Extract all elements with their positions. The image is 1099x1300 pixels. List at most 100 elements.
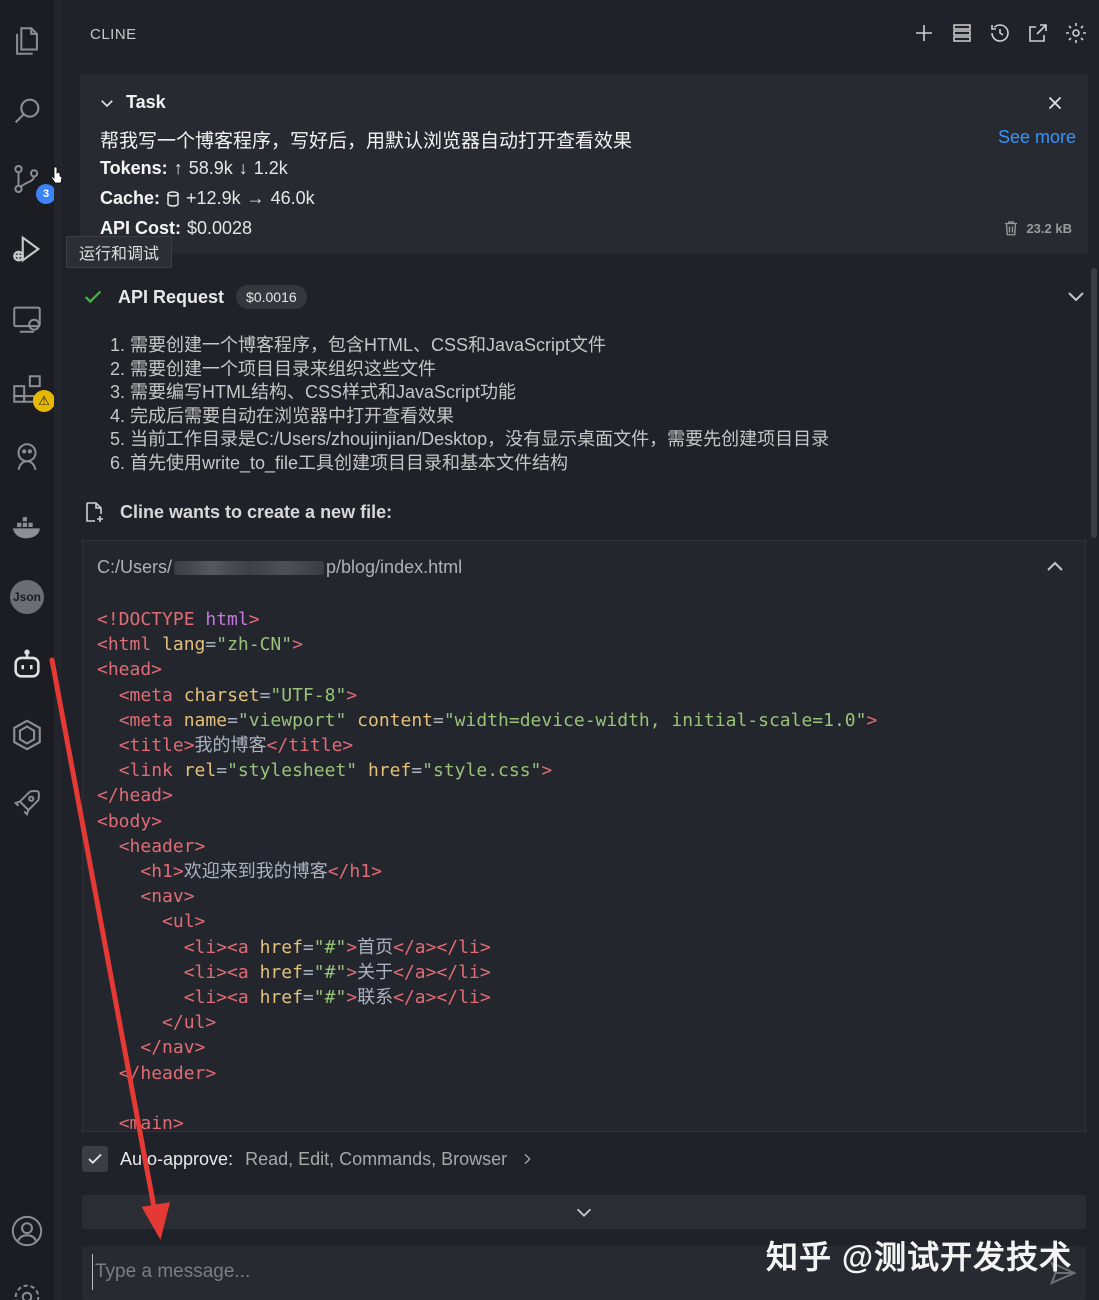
scm-badge: 3	[36, 184, 56, 204]
close-icon[interactable]	[1044, 92, 1066, 114]
reasoning-steps: 1. 需要创建一个博客程序，包含HTML、CSS和JavaScript文件 2.…	[110, 334, 829, 475]
hexagon-extension-icon[interactable]	[6, 714, 48, 756]
remote-explorer-icon[interactable]	[6, 298, 48, 340]
code-token: <head>	[97, 659, 163, 681]
code-line: <h1>欢迎来到我的博客</h1>	[97, 859, 877, 884]
auto-approve-checkbox[interactable]	[82, 1146, 108, 1172]
database-icon	[167, 190, 179, 207]
code-token: =	[433, 709, 444, 731]
code-token: </h1>	[327, 861, 382, 883]
code-token: =	[302, 961, 314, 983]
code-preview: C:/Users/p/blog/index.html <!DOCTYPE htm…	[82, 540, 1086, 1132]
api-request-cost: $0.0016	[236, 285, 307, 309]
code-token: <h1>	[140, 861, 184, 883]
tokens-down-value: 1.2k	[253, 158, 288, 178]
settings-button[interactable]	[1063, 20, 1089, 46]
code-line: <html lang="zh-CN">	[97, 632, 877, 657]
plus-icon	[916, 25, 932, 41]
chevron-down-icon	[576, 1208, 592, 1217]
scrollbar-thumb[interactable]	[1091, 268, 1097, 538]
account-icon[interactable]	[6, 1210, 48, 1252]
panel-title: CLINE	[90, 26, 137, 43]
chevron-up-icon[interactable]	[1043, 555, 1067, 579]
new-file-label: Cline wants to create a new file:	[120, 501, 393, 522]
new-task-button[interactable]	[911, 20, 937, 46]
api-request-row[interactable]: API Request $0.0016	[82, 280, 1088, 314]
code-token: </a></li>	[393, 961, 491, 983]
check-icon	[84, 290, 102, 304]
code-token: 联系	[357, 987, 394, 1009]
extensions-icon[interactable]: ⚠	[6, 368, 55, 412]
see-more-link[interactable]: See more	[998, 127, 1076, 148]
auto-approve-row[interactable]: Auto-approve: Read, Edit, Commands, Brow…	[82, 1146, 535, 1172]
code-token: 欢迎来到我的博客	[183, 861, 328, 883]
code-token: >	[541, 760, 553, 782]
code-line: <header>	[97, 834, 877, 859]
cursor-icon	[50, 166, 63, 184]
code-token: html	[205, 609, 249, 630]
new-file-icon	[86, 502, 103, 522]
jenkins-icon[interactable]	[6, 436, 48, 478]
run-debug-icon[interactable]	[6, 228, 48, 270]
search-icon[interactable]	[6, 90, 48, 132]
json-icon[interactable]: Json	[6, 576, 48, 618]
check-icon	[88, 1153, 102, 1165]
scroll-to-bottom-button[interactable]	[82, 1195, 1086, 1229]
code-line: <link rel="stylesheet" href="style.css">	[97, 758, 877, 783]
tokens-row: Tokens: ↑ 58.9k ↓ 1.2k	[100, 158, 288, 179]
file-path[interactable]: C:/Users/p/blog/index.html	[97, 557, 462, 578]
code-token: <header>	[118, 835, 206, 857]
header-actions	[911, 20, 1089, 46]
code-token: >	[248, 609, 260, 630]
code-token: "style.css"	[422, 760, 542, 782]
code-token: "viewport"	[237, 709, 358, 731]
task-size-value: 23.2 kB	[1026, 220, 1072, 236]
code-token: </head>	[97, 785, 173, 807]
code-token: </nav>	[140, 1037, 206, 1059]
code-line: <li><a href="#">联系</a></li>	[97, 985, 877, 1010]
code-token: href	[259, 936, 303, 958]
code-line: <main>	[97, 1111, 877, 1131]
task-header[interactable]: Task	[98, 92, 166, 113]
arrow-up-icon: ↑	[173, 158, 183, 178]
manage-gear-icon[interactable]	[6, 1276, 48, 1300]
activity-bar: 3 ⚠ Json	[0, 0, 56, 1300]
code-token: href	[259, 987, 303, 1009]
tokens-label: Tokens:	[100, 158, 168, 178]
mcp-servers-button[interactable]	[949, 20, 975, 46]
code-token: =	[216, 760, 228, 782]
code-token: <li><a	[183, 987, 260, 1009]
code-line: </head>	[97, 783, 877, 808]
task-card: Task 帮我写一个博客程序，写好后，用默认浏览器自动打开查看效果 See mo…	[80, 74, 1088, 254]
code-token: "#"	[313, 961, 347, 983]
code-token: 首页	[357, 936, 394, 958]
code-token: =	[227, 709, 238, 731]
task-size-button[interactable]: 23.2 kB	[1002, 218, 1072, 238]
popout-button[interactable]	[1025, 20, 1051, 46]
rocket-icon[interactable]	[6, 782, 48, 824]
api-request-label: API Request	[118, 286, 225, 307]
code-token: >	[292, 634, 303, 656]
trash-icon	[1005, 221, 1018, 236]
docker-icon[interactable]	[6, 506, 48, 548]
chevron-down-icon[interactable]	[1064, 284, 1088, 308]
history-button[interactable]	[987, 20, 1013, 46]
cline-panel: CLINE Task 帮我写一个博客程序，写好后，用默认浏览器自动打开查看效果 …	[62, 0, 1099, 1300]
code-line: <ul>	[97, 909, 877, 934]
source-control-icon[interactable]: 3	[6, 158, 56, 204]
code-line: <nav>	[97, 884, 877, 909]
explorer-icon[interactable]	[6, 20, 48, 62]
code-token: =	[259, 684, 271, 706]
code-token: charset	[183, 684, 260, 706]
code-line: <meta name="viewport" content="width=dev…	[97, 708, 878, 733]
code-line: <title>我的博客</title>	[97, 733, 877, 758]
cline-robot-icon[interactable]	[6, 644, 48, 686]
code-token: </ul>	[162, 1012, 217, 1034]
code-token: <li><a	[183, 961, 260, 983]
